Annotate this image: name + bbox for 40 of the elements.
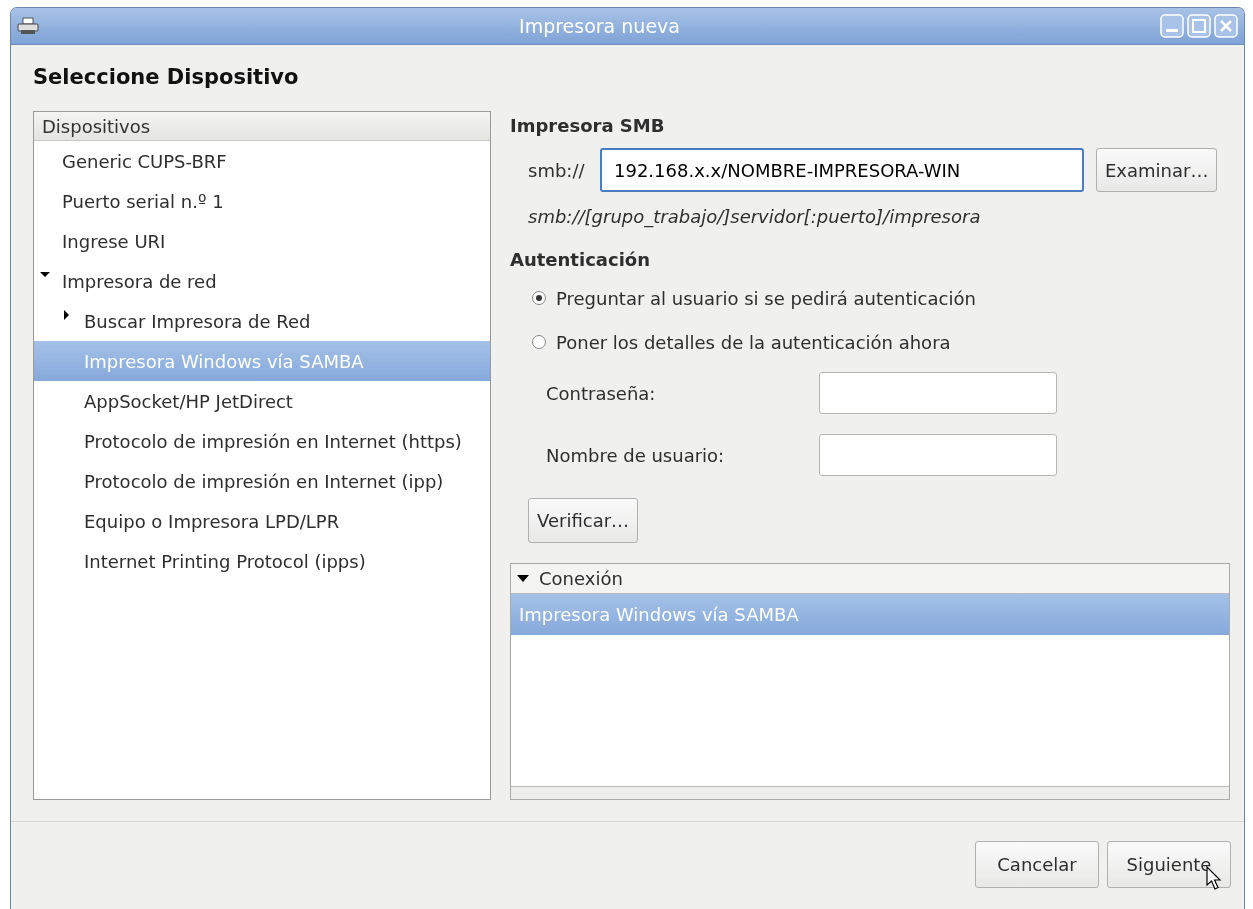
tree-item[interactable]: AppSocket/HP JetDirect [34,381,490,421]
field-label: Contraseña: [546,382,657,404]
password-field[interactable] [819,372,1057,414]
radio-label[interactable]: Poner los detalles de la autenticación ahora [556,331,951,353]
page-heading: Seleccione Dispositivo [33,65,300,89]
username-field[interactable] [819,434,1057,476]
tree-item[interactable]: Protocolo de impresión en Internet (ipp) [34,461,490,501]
radio-button[interactable] [532,335,546,349]
field-label: Nombre de usuario: [546,444,726,466]
expanded-arrow-icon[interactable] [40,270,50,280]
uri-format-hint: smb://[grupo_trabajo/]servidor[:puerto]/impresora [528,206,982,227]
radio-button[interactable] [532,291,546,305]
tree-item[interactable]: Puerto serial n.º 1 [34,181,490,221]
tree-item[interactable]: Equipo o Impresora LPD/LPR [34,501,490,541]
column-header-label: Conexión [539,568,623,589]
column-header[interactable]: Conexión [511,564,1229,594]
window-title: Impresora nueva [518,15,681,37]
section-title: Impresora SMB [510,115,666,136]
expanded-arrow-icon[interactable] [517,574,529,583]
cancel-button[interactable]: Cancelar [975,841,1099,888]
section-title: Autenticación [510,249,651,270]
column-header[interactable]: Dispositivos [34,112,490,141]
maximize-icon[interactable] [1187,14,1211,38]
uri-input-field[interactable]: 192.168.x.x/NOMBRE-IMPRESORA-WIN [600,148,1084,192]
next-button[interactable]: Siguiente [1107,841,1231,888]
tree-item[interactable]: Impresora de red [34,261,490,301]
tree-item[interactable]: Buscar Impresora de Red [34,301,490,341]
printer-icon [17,17,39,35]
uri-prefix-label: smb:// [528,159,586,181]
scrollbar[interactable] [511,786,1229,799]
collapsed-arrow-icon[interactable] [62,310,72,320]
radio-label[interactable]: Preguntar al usuario si se pedirá autenticación [556,287,976,309]
tree-item[interactable]: Generic CUPS-BRF [34,141,490,181]
tree-item[interactable]: Ingrese URI [34,221,490,261]
minimize-icon[interactable] [1160,14,1184,38]
close-icon[interactable] [1214,14,1238,38]
verify-button[interactable]: Verificar… [528,498,639,543]
tree-item[interactable]: Internet Printing Protocol (ipps) [34,541,490,581]
tree-item[interactable]: Protocolo de impresión en Internet (https) [34,421,490,461]
browse-button[interactable]: Examinar… [1096,148,1218,192]
